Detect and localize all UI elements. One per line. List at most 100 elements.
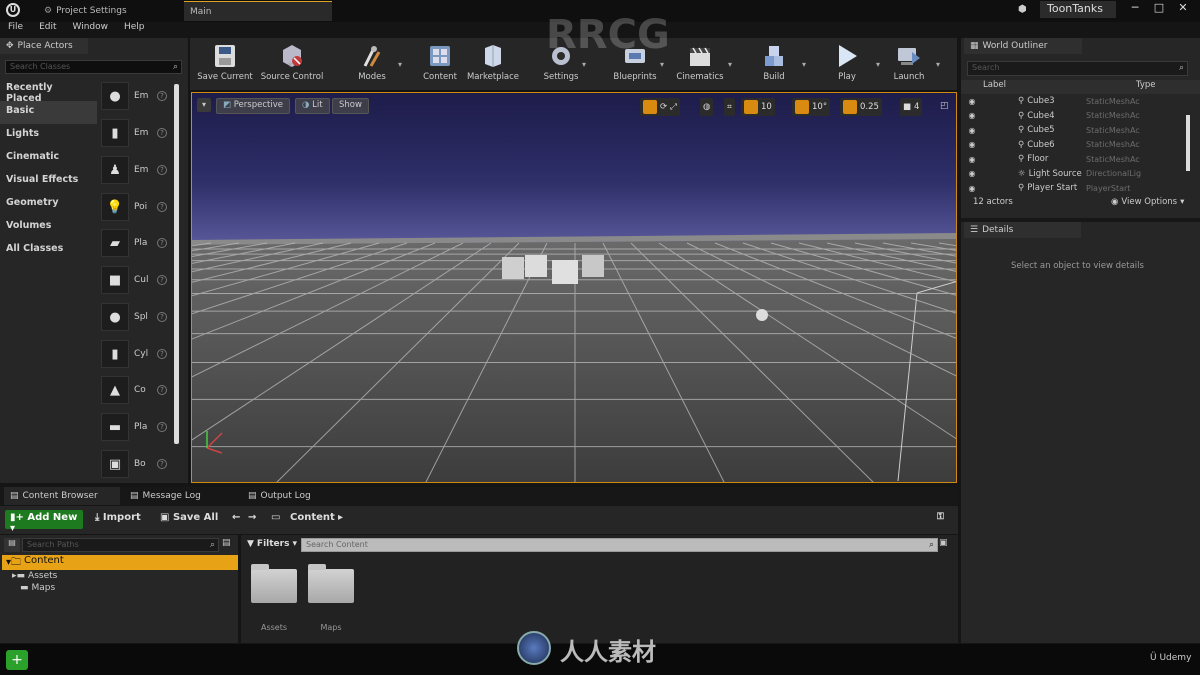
visibility-eye-icon[interactable]: ◉ [961,140,983,149]
grid-snap-control[interactable]: 10 [741,98,775,116]
camera-speed-control[interactable]: ■ 4 [900,98,923,116]
menu-window[interactable]: Window [73,22,109,36]
actor-item[interactable]: ● Spl? [101,300,173,334]
surface-snap-toggle[interactable]: ⌗ [724,98,735,116]
save-search-icon[interactable]: ▣ [939,538,948,548]
category-all-classes[interactable]: All Classes [0,239,97,262]
dropdown-chevron-icon[interactable]: ▾ [936,60,940,69]
perspective-button[interactable]: ◩ Perspective [216,98,290,114]
category-geometry[interactable]: Geometry [0,193,97,216]
rotate-icon[interactable]: ⟳ [660,102,667,112]
help-icon[interactable]: ? [157,349,167,359]
lit-button[interactable]: ◑ Lit [295,98,330,114]
label-column-header[interactable]: Label [983,80,1086,94]
help-icon[interactable]: ? [157,422,167,432]
visibility-eye-icon[interactable]: ◉ [961,184,983,193]
path-crumb-content[interactable]: Content [290,512,335,523]
translate-icon[interactable] [643,100,657,114]
folder-tile-assets[interactable]: Assets [249,564,299,632]
rotation-snap-control[interactable]: 10° [792,98,831,116]
actor-item[interactable]: ▰ Pla? [101,226,173,260]
help-icon[interactable]: ? [157,202,167,212]
outliner-row[interactable]: ◉ ⚲ Cube3 StaticMeshAc [961,94,1200,109]
forward-button[interactable]: → [248,512,256,523]
actor-item[interactable]: ▬ Pla? [101,410,173,444]
menu-help[interactable]: Help [124,22,145,36]
world-outliner-tab[interactable]: ▦ World Outliner [964,38,1082,54]
category-volumes[interactable]: Volumes [0,216,97,239]
actor-item[interactable]: ▣ Bo? [101,447,173,481]
category-recently-placed[interactable]: Recently Placed [0,78,97,104]
dropdown-chevron-icon[interactable]: ▾ [288,60,292,69]
scale-icon[interactable]: ⤢ [670,102,677,112]
search-content-input[interactable]: Search Content ⌕ [301,538,938,552]
view-options-button[interactable]: ◉ View Options ▾ [1111,197,1184,207]
menu-file[interactable]: File [8,22,23,36]
category-cinematic[interactable]: Cinematic [0,147,97,170]
category-visual-effects[interactable]: Visual Effects [0,170,97,193]
visibility-eye-icon[interactable]: ◉ [961,169,983,178]
tree-item-maps[interactable]: ▬ Maps [20,583,55,593]
path-chevron-icon[interactable]: ▸ [338,512,343,523]
tree-item-assets[interactable]: ▸▬ Assets [12,571,57,581]
help-icon[interactable]: ? [157,91,167,101]
scrollbar[interactable] [174,84,179,444]
lock-icon[interactable]: ⚿ [937,512,944,522]
tree-item-content[interactable]: ▾🗀 Content [2,555,238,570]
category-basic[interactable]: Basic [0,101,97,124]
save-all-button[interactable]: ▣ Save All [160,512,218,523]
blueprints-button[interactable]: Blueprints [610,40,660,88]
actor-item[interactable]: 💡 Poi? [101,190,173,224]
help-icon[interactable]: ? [157,165,167,175]
play-button[interactable]: Play [830,40,864,88]
filters-button[interactable]: ▼ Filters ▾ [247,539,297,549]
save-current-button[interactable]: Save Current [196,40,254,88]
search-classes-input[interactable]: Search Classes ⌕ [5,60,182,74]
actor-item[interactable]: ■ Cul? [101,263,173,297]
visibility-eye-icon[interactable]: ◉ [961,155,983,164]
close-button[interactable]: ✕ [1174,0,1192,16]
dropdown-chevron-icon[interactable]: ▾ [398,60,402,69]
dropdown-chevron-icon[interactable]: ▾ [876,60,880,69]
help-icon[interactable]: ? [157,128,167,138]
actor-item[interactable]: ▲ Co? [101,373,173,407]
add-new-button[interactable]: ▮+ Add New ▾ [5,510,83,534]
type-column-header[interactable]: Type [1086,80,1156,94]
category-lights[interactable]: Lights [0,124,97,147]
unreal-logo-icon[interactable]: U [6,3,20,17]
search-paths-input[interactable]: Search Paths ⌕ [22,538,219,552]
outliner-row[interactable]: ◉ ⚲ Floor StaticMeshAc [961,152,1200,167]
visibility-eye-icon[interactable]: ◉ [961,97,983,106]
launch-button[interactable]: Launch [890,40,928,88]
level-viewport[interactable]: ▾ ◩ Perspective ◑ Lit Show ⟳ ⤢ ◍ ⌗ 10 10… [191,92,957,483]
maximize-button[interactable]: □ [1150,0,1168,16]
help-icon[interactable]: ? [157,385,167,395]
maximize-viewport-icon[interactable]: ◰ [940,101,949,111]
viewport-options-button[interactable]: ▾ [197,98,211,112]
back-button[interactable]: ← [232,512,240,523]
cinematics-button[interactable]: Cinematics [672,40,728,88]
tab-message-log[interactable]: ▤ Message Log [124,487,236,505]
help-icon[interactable]: ? [157,312,167,322]
show-button[interactable]: Show [332,98,369,114]
marketplace-button[interactable]: Marketplace [464,40,522,88]
build-button[interactable]: Build [758,40,790,88]
outliner-row[interactable]: ◉ ⚲ Cube6 StaticMeshAc [961,138,1200,153]
settings-button[interactable]: Settings [540,40,582,88]
sources-toggle-icon[interactable]: ▤ [4,538,20,552]
help-icon[interactable]: ? [157,238,167,248]
tab-output-log[interactable]: ▤ Output Log [242,487,354,505]
tab-main[interactable]: Main [184,1,332,21]
place-actors-tab[interactable]: ✥ Place Actors [0,38,88,54]
tab-project-settings[interactable]: ⚙ Project Settings [38,1,178,21]
scale-snap-control[interactable]: 0.25 [840,98,882,116]
source-control-icon[interactable]: ⬢ [1018,4,1027,15]
outliner-search-input[interactable]: Search ⌕ [967,61,1188,76]
import-button[interactable]: ⤓ Import [95,512,141,523]
outliner-row[interactable]: ◉ ⚲ Cube5 StaticMeshAc [961,123,1200,138]
folder-tile-maps[interactable]: Maps [306,564,356,632]
tab-content-browser[interactable]: ▤ Content Browser [4,487,120,505]
world-local-toggle[interactable]: ◍ [700,98,714,116]
outliner-row[interactable]: ◉ ⚲ Cube4 StaticMeshAc [961,109,1200,124]
help-icon[interactable]: ? [157,275,167,285]
